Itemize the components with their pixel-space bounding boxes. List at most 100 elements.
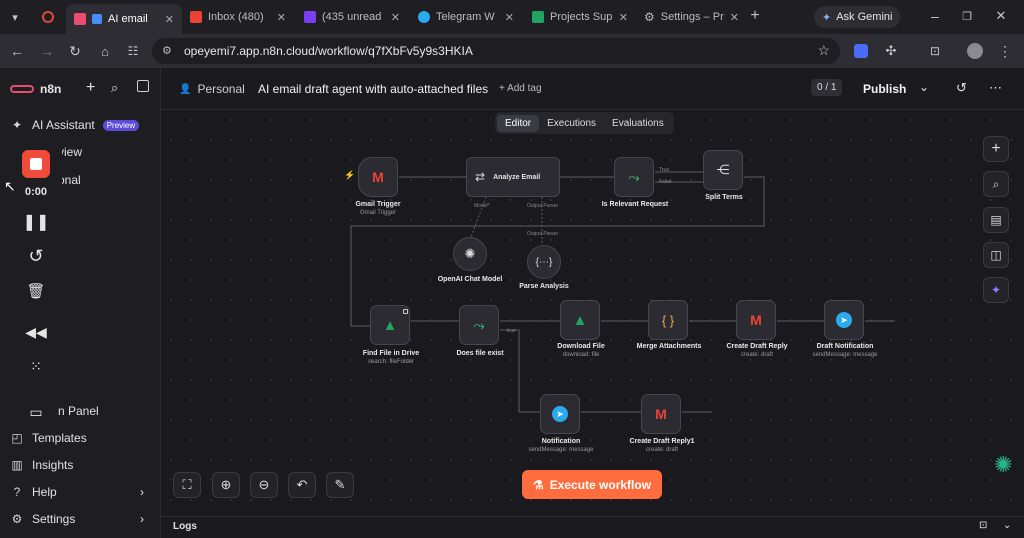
breadcrumb[interactable]: 👤 Personal [179, 82, 245, 96]
browser-menu-icon[interactable]: ⋮ [996, 42, 1014, 60]
minimize-button[interactable]: – [926, 7, 944, 25]
close-icon[interactable]: ✕ [730, 11, 739, 24]
home-icon[interactable]: ⌂ [96, 42, 114, 60]
bookmark-star-icon[interactable]: ☆ [817, 42, 830, 59]
zoom-in-button[interactable]: ⊕ [212, 472, 240, 498]
chevron-right-icon: › [140, 512, 144, 526]
delete-button[interactable]: 🗑 [10, 282, 62, 300]
tab-settings[interactable]: ⚙ Settings – Pr ✕ [636, 5, 742, 29]
tab-inbox[interactable]: Inbox (480) ✕ [182, 5, 294, 29]
sidebar-item-templates[interactable]: ◰ Templates [10, 431, 86, 445]
tab-recording[interactable] [34, 5, 60, 29]
node-gmail-trigger[interactable]: M [358, 157, 398, 197]
tab-search-icon[interactable]: ▾ [6, 8, 24, 26]
execute-workflow-button[interactable]: ⚗ Execute workflow [522, 470, 662, 499]
sparkle-icon: ✦ [11, 118, 23, 132]
zoom-out-button[interactable]: ⊖ [250, 472, 278, 498]
split-icon: ⋲ [716, 162, 730, 177]
tidy-up-button[interactable]: ✎ [326, 472, 354, 498]
node-subtitle: search: fileFolder [367, 359, 415, 365]
tab-telegram[interactable]: Telegram W ✕ [410, 5, 522, 29]
avatar[interactable] [966, 42, 984, 60]
node-merge-attachments[interactable]: { } [648, 300, 688, 340]
add-node-button[interactable]: + [983, 136, 1009, 162]
rewind-button[interactable]: ◀◀ [10, 324, 62, 341]
extensions-menu-icon[interactable]: ☷ [124, 42, 142, 60]
sidebar-item-admin-panel[interactable]: n Panel [58, 404, 99, 418]
node-is-relevant[interactable]: ⤳ [614, 157, 654, 197]
grid-menu-button[interactable]: ⁙ [10, 358, 62, 375]
screenshot-icon[interactable]: ⊡ [926, 42, 944, 60]
address-bar[interactable]: ⚙ opeyemi7.app.n8n.cloud/workflow/q7fXbF… [152, 38, 840, 64]
if-icon: ⤳ [473, 316, 485, 333]
new-tab-button[interactable]: + [746, 7, 764, 25]
more-options-icon[interactable]: ⋯ [989, 80, 1002, 96]
history-icon[interactable]: ↺ [956, 80, 967, 96]
close-icon[interactable]: ✕ [277, 11, 286, 24]
node-notification[interactable]: ➤ [540, 394, 580, 434]
tab-label: Inbox (480) [208, 11, 264, 23]
search-nodes-button[interactable]: ⌕ [983, 171, 1009, 197]
sticky-note-button[interactable]: ▤ [983, 207, 1009, 233]
gmail-icon: M [750, 312, 762, 328]
add-icon[interactable]: + [86, 79, 95, 97]
camera-button[interactable]: ▭ [10, 404, 62, 421]
logs-label: Logs [173, 521, 197, 532]
sidebar-item-settings[interactable]: ⚙ Settings [10, 512, 76, 526]
add-tag-button[interactable]: + Add tag [499, 83, 542, 94]
publish-button[interactable]: Publish [863, 82, 906, 96]
restore-button[interactable]: ❐ [958, 7, 976, 25]
reload-icon[interactable]: ↻ [66, 42, 84, 60]
telegram-icon: ➤ [552, 406, 568, 422]
logs-bar[interactable]: Logs ⊡ ⌄ [161, 516, 1024, 538]
close-icon[interactable]: ✕ [165, 13, 174, 26]
node-openai-chat-model[interactable]: ✺ [453, 237, 487, 271]
recording-time: 0:00 [24, 186, 48, 198]
node-create-draft-reply1[interactable]: M [641, 394, 681, 434]
chevron-down-icon[interactable]: ⌄ [919, 80, 929, 94]
screen-recorder-panel: 0:00 ❚❚ ↺ 🗑 ◀◀ ⁙ ▭ [10, 142, 62, 420]
undo-button[interactable]: ↶ [288, 472, 316, 498]
tab-ai-email[interactable]: AI email ✕ [66, 4, 182, 34]
ask-gemini-button[interactable]: ✦ Ask Gemini [814, 6, 901, 28]
node-download-file[interactable]: ▲ [560, 300, 600, 340]
close-window-button[interactable]: ✕ [992, 7, 1010, 25]
site-info-icon[interactable]: ⚙ [162, 44, 172, 57]
sticky-indicator [403, 309, 408, 314]
node-split-terms[interactable]: ⋲ [703, 150, 743, 190]
ai-assistant-button[interactable]: ✦ [983, 277, 1009, 303]
person-icon: 👤 [179, 83, 192, 95]
chatgpt-extension-icon[interactable]: ✺ [994, 452, 1012, 478]
search-icon[interactable]: ⌕ [111, 80, 118, 96]
chevron-down-icon[interactable]: ⌄ [1003, 520, 1011, 531]
side-panel-button[interactable]: ◫ [983, 242, 1009, 268]
close-icon[interactable]: ✕ [619, 11, 628, 24]
stop-recording-button[interactable] [10, 150, 62, 178]
node-parse-analysis[interactable]: {⋯} [527, 245, 561, 279]
node-does-file-exist[interactable]: ⤳ [459, 305, 499, 345]
node-label: Does file exist [456, 350, 504, 357]
back-icon[interactable]: ← [8, 42, 26, 60]
node-subtitle: create: draft [645, 447, 678, 453]
forward-icon[interactable]: → [38, 42, 56, 60]
sidebar-item-ai-assistant[interactable]: ✦ AI Assistant Preview [10, 118, 140, 132]
expand-logs-icon[interactable]: ⊡ [979, 520, 987, 531]
fit-view-button[interactable]: ⛶ [173, 472, 201, 498]
node-create-draft-reply[interactable]: M [736, 300, 776, 340]
puzzle-icon[interactable]: ✣ [882, 42, 900, 60]
collapse-sidebar-icon[interactable] [137, 80, 149, 92]
restart-button[interactable]: ↺ [10, 246, 62, 267]
extension-icon[interactable] [852, 42, 870, 60]
tab-yahoo[interactable]: (435 unread ✕ [296, 5, 408, 29]
tab-label: Projects Sup [550, 11, 613, 23]
sidebar-item-insights[interactable]: ▥ Insights [10, 458, 73, 472]
workflow-canvas[interactable]: Editor Executions Evaluations True False… [161, 110, 1024, 516]
close-icon[interactable]: ✕ [505, 11, 514, 24]
tab-projects[interactable]: Projects Sup ✕ [524, 5, 636, 29]
workflow-title[interactable]: AI email draft agent with auto-attached … [258, 82, 488, 96]
node-draft-notification[interactable]: ➤ [824, 300, 864, 340]
node-analyze-email[interactable]: ⇄ Analyze Email [466, 157, 560, 197]
sidebar-item-help[interactable]: ? Help [10, 485, 57, 499]
pause-button[interactable]: ❚❚ [10, 212, 62, 232]
close-icon[interactable]: ✕ [391, 11, 400, 24]
